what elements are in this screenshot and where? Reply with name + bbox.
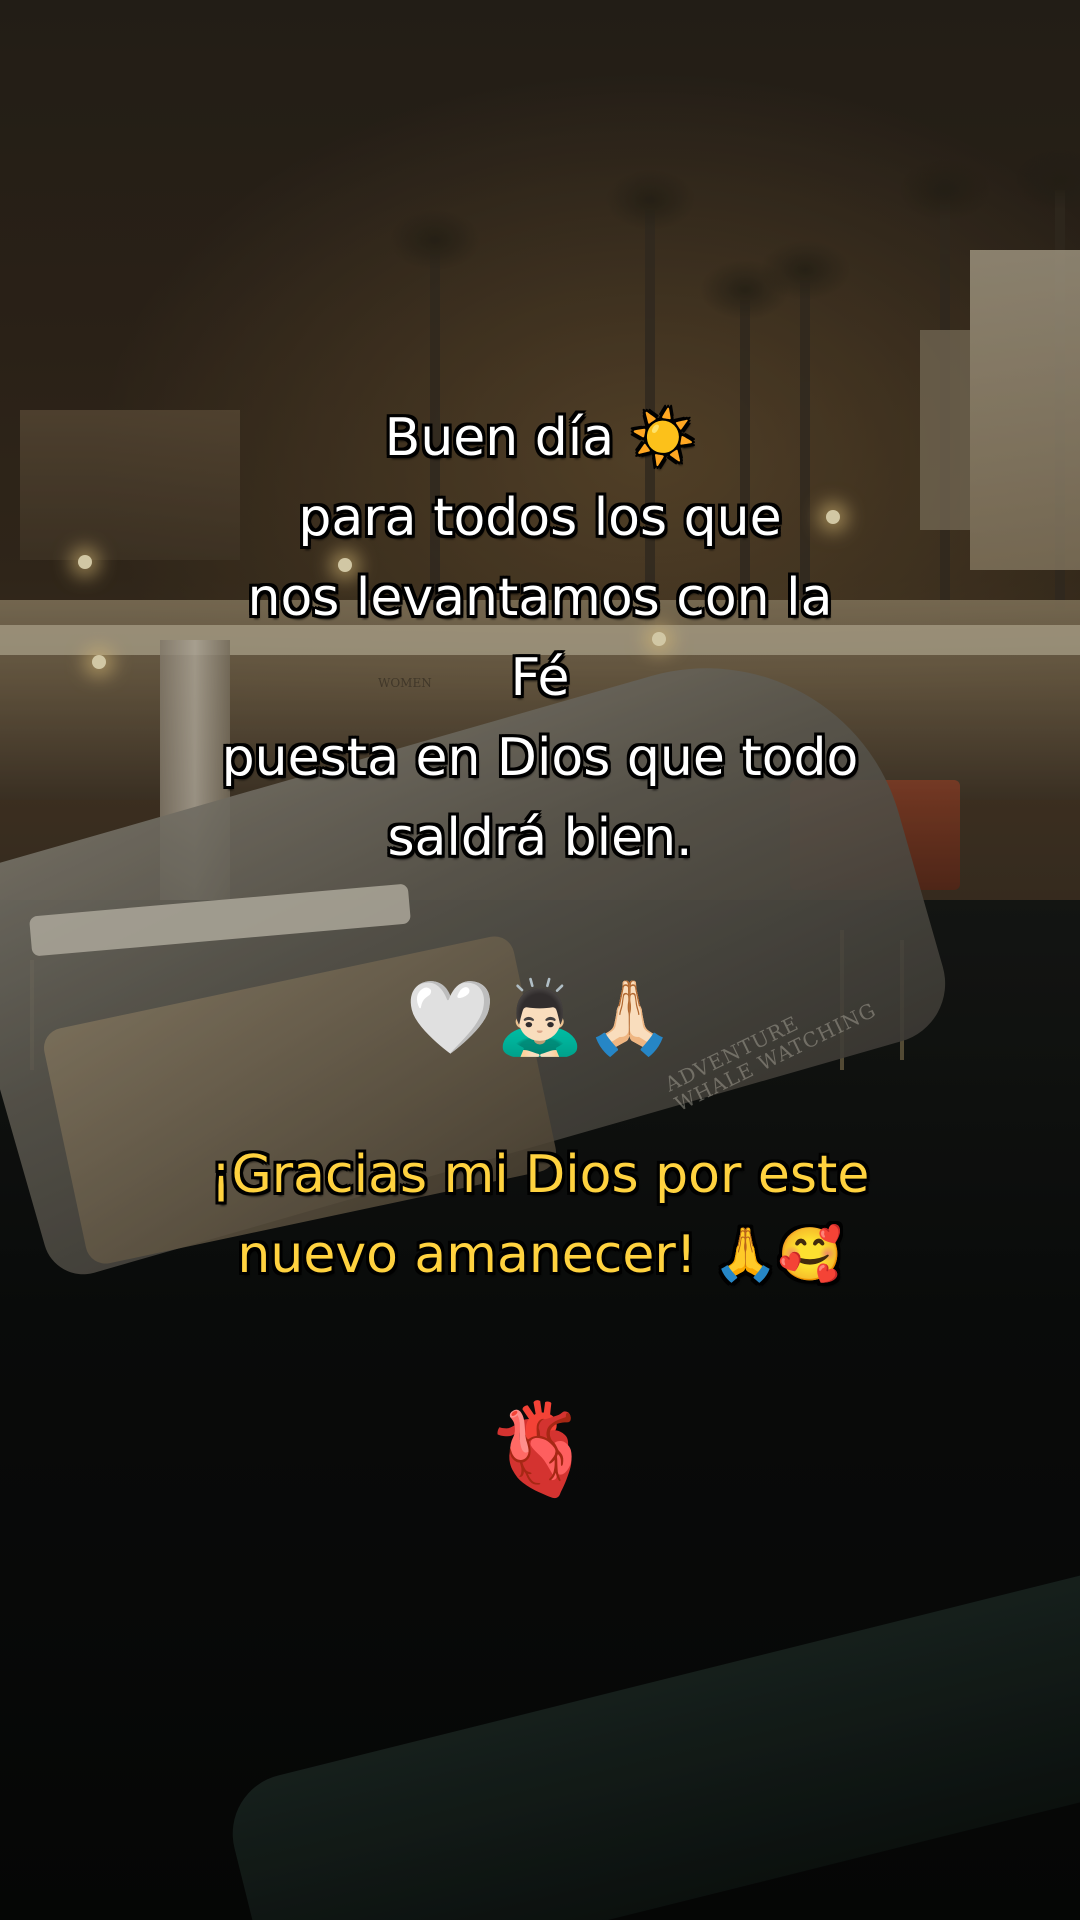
photo-dim-overlay [0,0,1080,1920]
gratitude-line: ¡Gracias mi Dios por este [210,1145,870,1205]
greeting-caption: Buen día ☀️ para todos los que nos levan… [0,398,1080,878]
caption-line: Buen día ☀️ [384,408,696,468]
gratitude-line: nuevo amanecer! 🙏🥰 [237,1225,843,1285]
emoji-row: 🤍🙇🏻‍♂️🙏🏻 [405,975,675,1059]
gratitude-caption: ¡Gracias mi Dios por este nuevo amanecer… [0,1135,1080,1295]
caption-line: puesta en Dios que todo [221,728,859,788]
caption-line: para todos los que [298,488,782,548]
anatomical-heart-icon: 🫀 [483,1397,597,1502]
caption-line: Fé [510,648,570,708]
caption-line: saldrá bien. [387,808,693,868]
caption-line: nos levantamos con la [247,568,833,628]
background-photo: WOMEN ADVENTURE WHALE WATCHING Buen día … [0,0,1080,1920]
